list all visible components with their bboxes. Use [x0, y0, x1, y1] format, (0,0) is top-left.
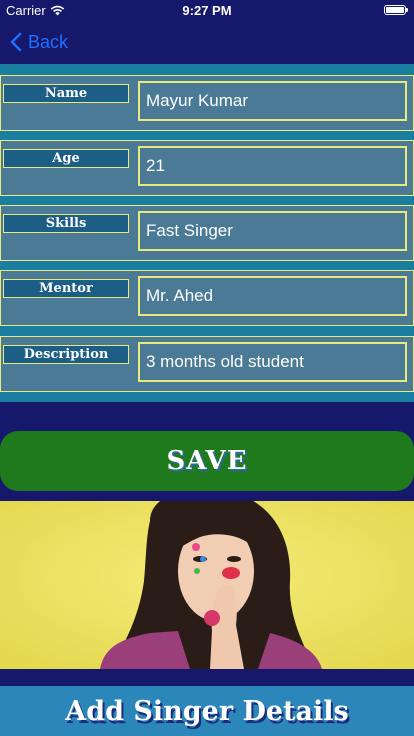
description-field[interactable]: 3 months old student — [138, 342, 407, 382]
singer-photo-illustration — [0, 501, 414, 669]
navigation-bar: Back — [0, 20, 414, 64]
singer-details-form: Name Mayur Kumar Age 21 Skills Fast Sing… — [0, 64, 414, 402]
form-row-description: Description 3 months old student — [0, 336, 414, 392]
page-title-banner: Add Singer Details — [0, 686, 414, 736]
form-row-skills: Skills Fast Singer — [0, 205, 414, 261]
form-row-name: Name Mayur Kumar — [0, 75, 414, 131]
name-label: Name — [3, 84, 129, 103]
age-label: Age — [3, 149, 129, 168]
save-button[interactable]: SAVE — [0, 431, 414, 491]
name-field[interactable]: Mayur Kumar — [138, 81, 407, 121]
skills-field[interactable]: Fast Singer — [138, 211, 407, 251]
skills-label: Skills — [3, 214, 129, 233]
form-row-mentor: Mentor Mr. Ahed — [0, 270, 414, 326]
description-label: Description — [3, 345, 129, 364]
battery-icon — [384, 5, 408, 15]
chevron-left-icon — [10, 32, 22, 52]
age-field[interactable]: 21 — [138, 146, 407, 186]
mentor-field[interactable]: Mr. Ahed — [138, 276, 407, 316]
singer-photo — [0, 501, 414, 669]
status-time: 9:27 PM — [182, 3, 232, 18]
back-label: Back — [28, 31, 69, 52]
mentor-label: Mentor — [3, 279, 129, 298]
back-button[interactable]: Back — [10, 28, 68, 56]
form-row-age: Age 21 — [0, 140, 414, 196]
status-bar: Carrier 9:27 PM — [0, 0, 414, 20]
